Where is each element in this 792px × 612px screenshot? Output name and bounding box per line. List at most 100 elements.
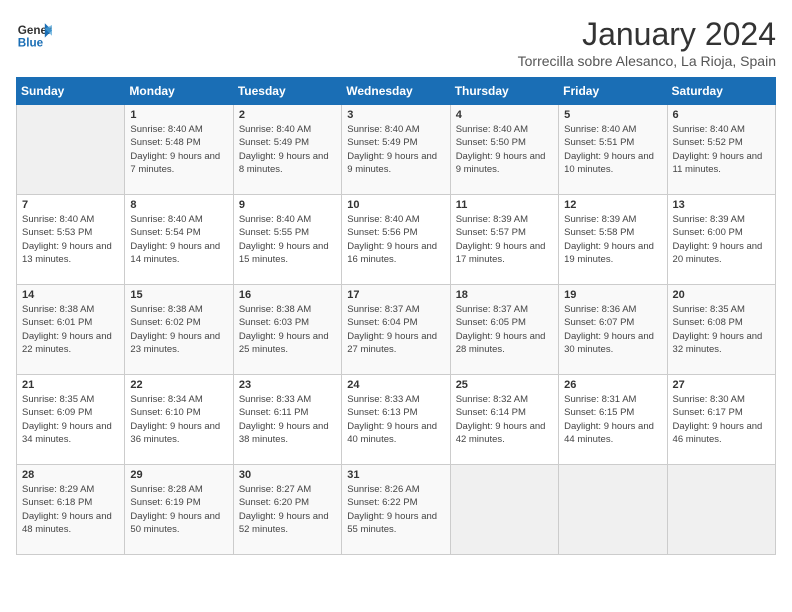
calendar-cell: 22Sunrise: 8:34 AM Sunset: 6:10 PM Dayli… — [125, 375, 233, 465]
page-header: General Blue January 2024 Torrecilla sob… — [16, 16, 776, 69]
month-title: January 2024 — [518, 16, 776, 53]
calendar-cell: 26Sunrise: 8:31 AM Sunset: 6:15 PM Dayli… — [559, 375, 667, 465]
logo-icon: General Blue — [16, 16, 52, 52]
day-number: 1 — [130, 109, 227, 121]
calendar-week-row: 1 Sunrise: 8:40 AM Sunset: 5:48 PM Daylig… — [17, 105, 776, 195]
calendar-cell: 14 Sunrise: 8:38 AM Sunset: 6:01 PM Dayli… — [17, 285, 125, 375]
day-info: Sunrise: 8:38 AM Sunset: 6:01 PM Dayligh… — [22, 303, 119, 356]
day-info: Sunrise: 8:33 AM Sunset: 6:11 PM Dayligh… — [239, 393, 336, 446]
day-info: Sunrise: 8:30 AM Sunset: 6:17 PM Dayligh… — [673, 393, 770, 446]
title-block: January 2024 Torrecilla sobre Alesanco, … — [518, 16, 776, 69]
day-info: Sunrise: 8:37 AM Sunset: 6:04 PM Dayligh… — [347, 303, 444, 356]
day-info: Sunrise: 8:35 AM Sunset: 6:09 PM Dayligh… — [22, 393, 119, 446]
day-number: 24 — [347, 379, 444, 391]
calendar-cell: 17 Sunrise: 8:37 AM Sunset: 6:04 PM Dayli… — [342, 285, 450, 375]
day-number: 8 — [130, 199, 227, 211]
calendar-cell: 3 Sunrise: 8:40 AM Sunset: 5:49 PM Daylig… — [342, 105, 450, 195]
day-number: 19 — [564, 289, 661, 301]
calendar-cell: 31 Sunrise: 8:26 AM Sunset: 6:22 PM Dayli… — [342, 465, 450, 555]
day-number: 27 — [673, 379, 770, 391]
day-number: 25 — [456, 379, 553, 391]
day-info: Sunrise: 8:40 AM Sunset: 5:49 PM Dayligh… — [347, 123, 444, 176]
weekday-header: Thursday — [450, 78, 558, 105]
calendar-cell: 11 Sunrise: 8:39 AM Sunset: 5:57 PM Dayli… — [450, 195, 558, 285]
calendar-cell: 24 Sunrise: 8:33 AM Sunset: 6:13 PM Dayli… — [342, 375, 450, 465]
calendar-cell: 4Sunrise: 8:40 AM Sunset: 5:50 PM Daylig… — [450, 105, 558, 195]
calendar-cell: 15 Sunrise: 8:38 AM Sunset: 6:02 PM Dayli… — [125, 285, 233, 375]
day-info: Sunrise: 8:38 AM Sunset: 6:02 PM Dayligh… — [130, 303, 227, 356]
calendar-cell — [559, 465, 667, 555]
day-info: Sunrise: 8:32 AM Sunset: 6:14 PM Dayligh… — [456, 393, 553, 446]
weekday-header: Sunday — [17, 78, 125, 105]
day-info: Sunrise: 8:39 AM Sunset: 5:58 PM Dayligh… — [564, 213, 661, 266]
day-info: Sunrise: 8:40 AM Sunset: 5:54 PM Dayligh… — [130, 213, 227, 266]
day-number: 17 — [347, 289, 444, 301]
day-number: 3 — [347, 109, 444, 121]
svg-text:Blue: Blue — [18, 37, 44, 50]
calendar-cell — [667, 465, 775, 555]
location-subtitle: Torrecilla sobre Alesanco, La Rioja, Spa… — [518, 53, 776, 69]
day-info: Sunrise: 8:31 AM Sunset: 6:15 PM Dayligh… — [564, 393, 661, 446]
day-number: 15 — [130, 289, 227, 301]
day-number: 28 — [22, 469, 119, 481]
weekday-header: Saturday — [667, 78, 775, 105]
calendar-cell: 1 Sunrise: 8:40 AM Sunset: 5:48 PM Daylig… — [125, 105, 233, 195]
day-info: Sunrise: 8:33 AM Sunset: 6:13 PM Dayligh… — [347, 393, 444, 446]
calendar-cell: 27 Sunrise: 8:30 AM Sunset: 6:17 PM Dayli… — [667, 375, 775, 465]
calendar-cell: 21 Sunrise: 8:35 AM Sunset: 6:09 PM Dayli… — [17, 375, 125, 465]
day-info: Sunrise: 8:39 AM Sunset: 5:57 PM Dayligh… — [456, 213, 553, 266]
calendar-week-row: 28 Sunrise: 8:29 AM Sunset: 6:18 PM Dayli… — [17, 465, 776, 555]
calendar-cell: 2Sunrise: 8:40 AM Sunset: 5:49 PM Daylig… — [233, 105, 341, 195]
calendar-cell: 13Sunrise: 8:39 AM Sunset: 6:00 PM Dayli… — [667, 195, 775, 285]
calendar-cell: 25 Sunrise: 8:32 AM Sunset: 6:14 PM Dayli… — [450, 375, 558, 465]
calendar-cell: 20Sunrise: 8:35 AM Sunset: 6:08 PM Dayli… — [667, 285, 775, 375]
day-number: 7 — [22, 199, 119, 211]
day-info: Sunrise: 8:40 AM Sunset: 5:55 PM Dayligh… — [239, 213, 336, 266]
calendar-week-row: 7 Sunrise: 8:40 AM Sunset: 5:53 PM Daylig… — [17, 195, 776, 285]
day-info: Sunrise: 8:29 AM Sunset: 6:18 PM Dayligh… — [22, 483, 119, 536]
day-info: Sunrise: 8:26 AM Sunset: 6:22 PM Dayligh… — [347, 483, 444, 536]
calendar-cell — [17, 105, 125, 195]
day-number: 21 — [22, 379, 119, 391]
logo: General Blue — [16, 16, 52, 52]
weekday-header: Friday — [559, 78, 667, 105]
calendar-cell: 12Sunrise: 8:39 AM Sunset: 5:58 PM Dayli… — [559, 195, 667, 285]
day-info: Sunrise: 8:40 AM Sunset: 5:48 PM Dayligh… — [130, 123, 227, 176]
day-number: 5 — [564, 109, 661, 121]
day-number: 22 — [130, 379, 227, 391]
calendar-cell: 16Sunrise: 8:38 AM Sunset: 6:03 PM Dayli… — [233, 285, 341, 375]
calendar-cell: 5 Sunrise: 8:40 AM Sunset: 5:51 PM Daylig… — [559, 105, 667, 195]
day-number: 13 — [673, 199, 770, 211]
day-info: Sunrise: 8:36 AM Sunset: 6:07 PM Dayligh… — [564, 303, 661, 356]
calendar-cell: 7 Sunrise: 8:40 AM Sunset: 5:53 PM Daylig… — [17, 195, 125, 285]
calendar-cell: 9Sunrise: 8:40 AM Sunset: 5:55 PM Daylig… — [233, 195, 341, 285]
weekday-header: Monday — [125, 78, 233, 105]
calendar-cell: 10Sunrise: 8:40 AM Sunset: 5:56 PM Dayli… — [342, 195, 450, 285]
calendar-cell: 28 Sunrise: 8:29 AM Sunset: 6:18 PM Dayli… — [17, 465, 125, 555]
day-number: 14 — [22, 289, 119, 301]
header-row: SundayMondayTuesdayWednesdayThursdayFrid… — [17, 78, 776, 105]
day-number: 2 — [239, 109, 336, 121]
calendar-cell: 29Sunrise: 8:28 AM Sunset: 6:19 PM Dayli… — [125, 465, 233, 555]
day-info: Sunrise: 8:40 AM Sunset: 5:51 PM Dayligh… — [564, 123, 661, 176]
calendar-week-row: 14 Sunrise: 8:38 AM Sunset: 6:01 PM Dayli… — [17, 285, 776, 375]
calendar-cell: 8 Sunrise: 8:40 AM Sunset: 5:54 PM Daylig… — [125, 195, 233, 285]
day-number: 31 — [347, 469, 444, 481]
calendar-cell: 19 Sunrise: 8:36 AM Sunset: 6:07 PM Dayli… — [559, 285, 667, 375]
day-number: 29 — [130, 469, 227, 481]
day-info: Sunrise: 8:40 AM Sunset: 5:53 PM Dayligh… — [22, 213, 119, 266]
calendar-table: SundayMondayTuesdayWednesdayThursdayFrid… — [16, 77, 776, 555]
calendar-cell — [450, 465, 558, 555]
day-number: 18 — [456, 289, 553, 301]
weekday-header: Tuesday — [233, 78, 341, 105]
day-number: 10 — [347, 199, 444, 211]
day-number: 4 — [456, 109, 553, 121]
calendar-cell: 6 Sunrise: 8:40 AM Sunset: 5:52 PM Daylig… — [667, 105, 775, 195]
day-info: Sunrise: 8:40 AM Sunset: 5:52 PM Dayligh… — [673, 123, 770, 176]
calendar-week-row: 21 Sunrise: 8:35 AM Sunset: 6:09 PM Dayli… — [17, 375, 776, 465]
day-info: Sunrise: 8:37 AM Sunset: 6:05 PM Dayligh… — [456, 303, 553, 356]
calendar-cell: 30Sunrise: 8:27 AM Sunset: 6:20 PM Dayli… — [233, 465, 341, 555]
day-number: 11 — [456, 199, 553, 211]
day-number: 6 — [673, 109, 770, 121]
day-info: Sunrise: 8:35 AM Sunset: 6:08 PM Dayligh… — [673, 303, 770, 356]
